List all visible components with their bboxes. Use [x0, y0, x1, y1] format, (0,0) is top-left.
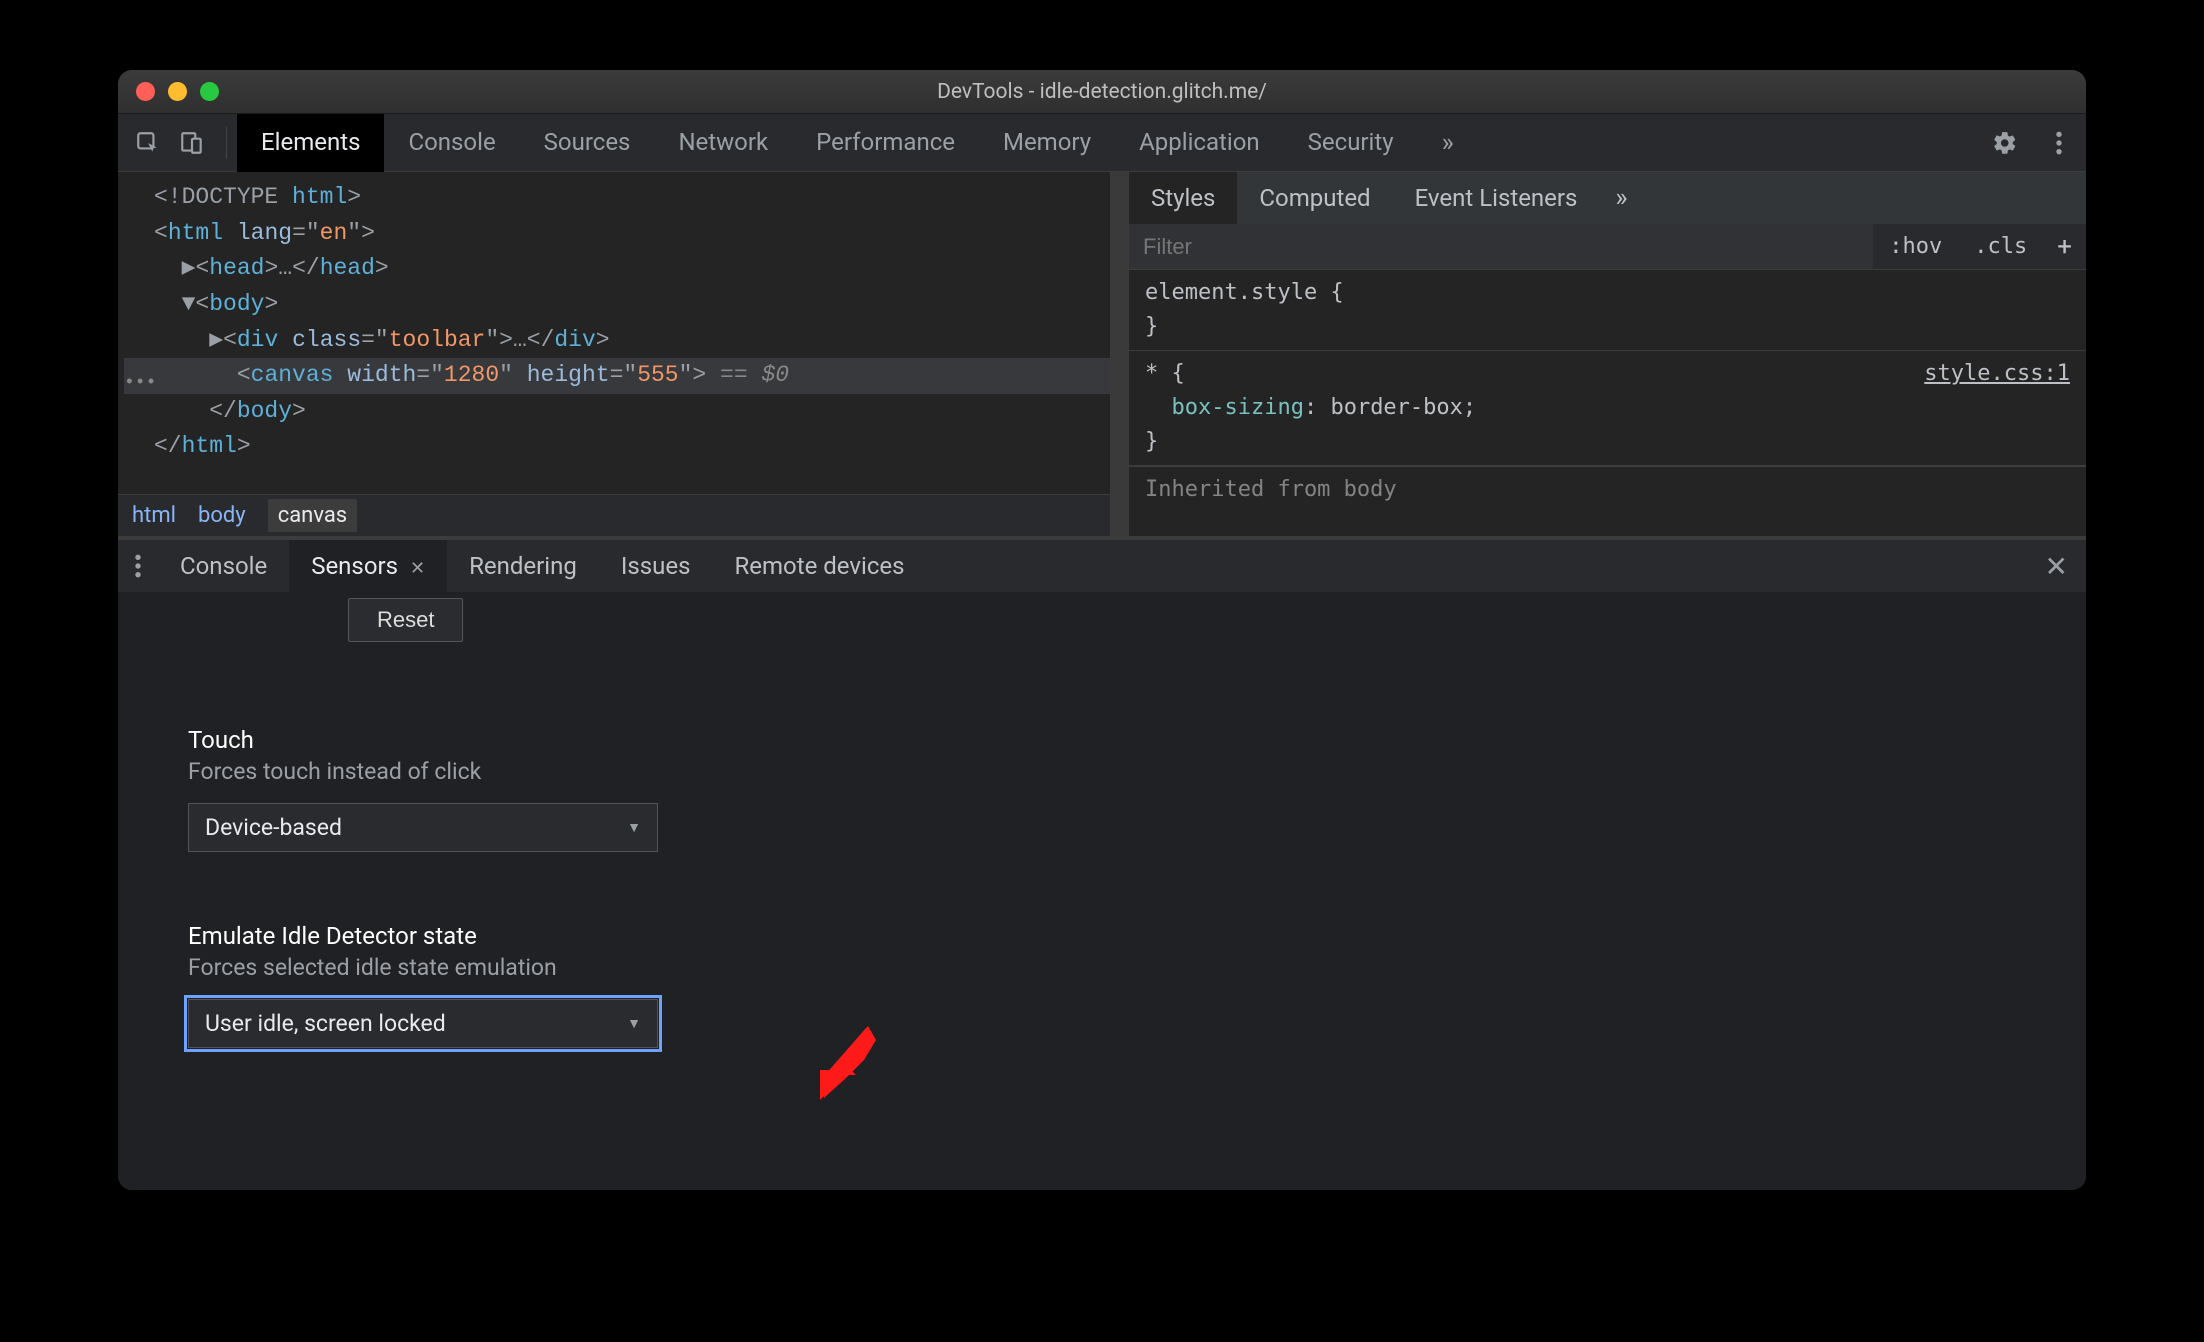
toolbar-separator [226, 127, 227, 159]
devtools-window: DevTools - idle-detection.glitch.me/ Ele… [118, 70, 2086, 1190]
tab-console[interactable]: Console [384, 114, 519, 172]
device-toolbar-icon[interactable] [172, 123, 212, 163]
toolbar-right [1988, 130, 2076, 156]
sensors-panel: Reset Touch Forces touch instead of clic… [118, 592, 2086, 1190]
tab-application[interactable]: Application [1115, 114, 1284, 172]
inherited-separator: Inherited from body [1129, 466, 2086, 513]
elements-panel: ••• <!DOCTYPE html> <html lang="en"> ▶<h… [118, 172, 1110, 536]
main-toolbar: Elements Console Sources Network Perform… [118, 114, 2086, 172]
idle-select[interactable]: User idle, screen locked ▼ [188, 999, 658, 1048]
dom-line-selected[interactable]: <canvas width="1280" height="555"> == $0 [124, 358, 1110, 394]
breadcrumb: html body canvas [118, 494, 1110, 536]
style-rule[interactable]: style.css:1 * { box-sizing: border-box;} [1129, 351, 2086, 466]
zoom-window-button[interactable] [200, 82, 219, 101]
tab-performance[interactable]: Performance [792, 114, 979, 172]
chevron-down-icon: ▼ [627, 819, 641, 836]
styles-panel: Styles Computed Event Listeners » :hov .… [1128, 172, 2086, 536]
annotation-arrow-icon [806, 1020, 886, 1115]
dom-line[interactable]: ▶<div class="toolbar">…</div> [124, 323, 1110, 359]
inspect-element-icon[interactable] [128, 123, 168, 163]
selector: * [1145, 361, 1158, 386]
dom-tree[interactable]: ••• <!DOCTYPE html> <html lang="en"> ▶<h… [118, 172, 1110, 494]
dom-line[interactable]: ▶<head>…</head> [124, 251, 1110, 287]
idle-desc: Forces selected idle state emulation [188, 954, 2016, 981]
dom-line[interactable]: <!DOCTYPE html> [124, 180, 1110, 216]
drawer-tab-issues[interactable]: Issues [599, 540, 713, 592]
breadcrumb-item[interactable]: body [198, 503, 246, 528]
dom-line[interactable]: <html lang="en"> [124, 216, 1110, 252]
panel-tabs: Elements Console Sources Network Perform… [237, 114, 1474, 172]
hov-toggle[interactable]: :hov [1873, 234, 1958, 259]
traffic-lights [136, 82, 219, 101]
touch-section: Touch Forces touch instead of click Devi… [188, 726, 2016, 852]
selector: element.style [1145, 280, 1317, 305]
new-style-rule-icon[interactable]: + [2043, 232, 2086, 262]
window-title: DevTools - idle-detection.glitch.me/ [118, 80, 2086, 104]
cls-toggle[interactable]: .cls [1958, 234, 2043, 259]
reset-button[interactable]: Reset [348, 598, 463, 642]
settings-icon[interactable] [1988, 130, 2022, 156]
drawer-tab-sensors[interactable]: Sensors ✕ [289, 540, 447, 592]
idle-select-value: User idle, screen locked [205, 1010, 446, 1037]
dom-line[interactable]: </body> [124, 394, 1110, 430]
dom-line[interactable]: ▼<body> [124, 287, 1110, 323]
styles-tab-event-listeners[interactable]: Event Listeners [1393, 172, 1600, 224]
styles-tabs: Styles Computed Event Listeners » [1129, 172, 2086, 224]
styles-body[interactable]: element.style {} style.css:1 * { box-siz… [1129, 270, 2086, 536]
styles-tabs-overflow-icon[interactable]: » [1599, 183, 1639, 213]
minimize-window-button[interactable] [168, 82, 187, 101]
gutter-ellipsis-icon[interactable]: ••• [124, 370, 156, 398]
css-prop[interactable]: box-sizing [1172, 395, 1304, 420]
tab-elements[interactable]: Elements [237, 114, 384, 172]
tabs-overflow-icon[interactable]: » [1418, 114, 1474, 172]
dom-line[interactable]: </html> [124, 429, 1110, 465]
drawer-tabs: Console Sensors ✕ Rendering Issues Remot… [118, 540, 2086, 592]
split-scrollbar[interactable] [1110, 172, 1128, 536]
breadcrumb-item-active[interactable]: canvas [268, 499, 357, 532]
styles-filter-input[interactable] [1129, 224, 1873, 269]
drawer-tab-console[interactable]: Console [158, 540, 289, 592]
styles-filter-bar: :hov .cls + [1129, 224, 2086, 270]
kebab-menu-icon[interactable] [2042, 130, 2076, 156]
drawer-close-icon[interactable]: ✕ [2027, 550, 2086, 583]
main-row: ••• <!DOCTYPE html> <html lang="en"> ▶<h… [118, 172, 2086, 536]
close-tab-icon[interactable]: ✕ [410, 558, 425, 579]
drawer-tab-label: Sensors [311, 552, 398, 580]
touch-title: Touch [188, 726, 2016, 754]
idle-title: Emulate Idle Detector state [188, 922, 2016, 950]
styles-tab-styles[interactable]: Styles [1129, 172, 1237, 224]
css-val[interactable]: border-box [1330, 395, 1462, 420]
rule-source-link[interactable]: style.css:1 [1924, 357, 2070, 391]
close-window-button[interactable] [136, 82, 155, 101]
tab-network[interactable]: Network [654, 114, 792, 172]
style-rule[interactable]: element.style {} [1129, 270, 2086, 351]
tab-sources[interactable]: Sources [520, 114, 655, 172]
tab-memory[interactable]: Memory [979, 114, 1115, 172]
breadcrumb-item[interactable]: html [132, 503, 176, 528]
titlebar: DevTools - idle-detection.glitch.me/ [118, 70, 2086, 114]
touch-select-value: Device-based [205, 814, 342, 841]
tab-security[interactable]: Security [1284, 114, 1418, 172]
drawer: Console Sensors ✕ Rendering Issues Remot… [118, 536, 2086, 1190]
drawer-tab-rendering[interactable]: Rendering [447, 540, 599, 592]
chevron-down-icon: ▼ [627, 1015, 641, 1032]
idle-section: Emulate Idle Detector state Forces selec… [188, 922, 2016, 1048]
touch-select[interactable]: Device-based ▼ [188, 803, 658, 852]
styles-tab-computed[interactable]: Computed [1237, 172, 1392, 224]
touch-desc: Forces touch instead of click [188, 758, 2016, 785]
drawer-tab-remote-devices[interactable]: Remote devices [712, 540, 926, 592]
drawer-menu-icon[interactable] [118, 553, 158, 579]
